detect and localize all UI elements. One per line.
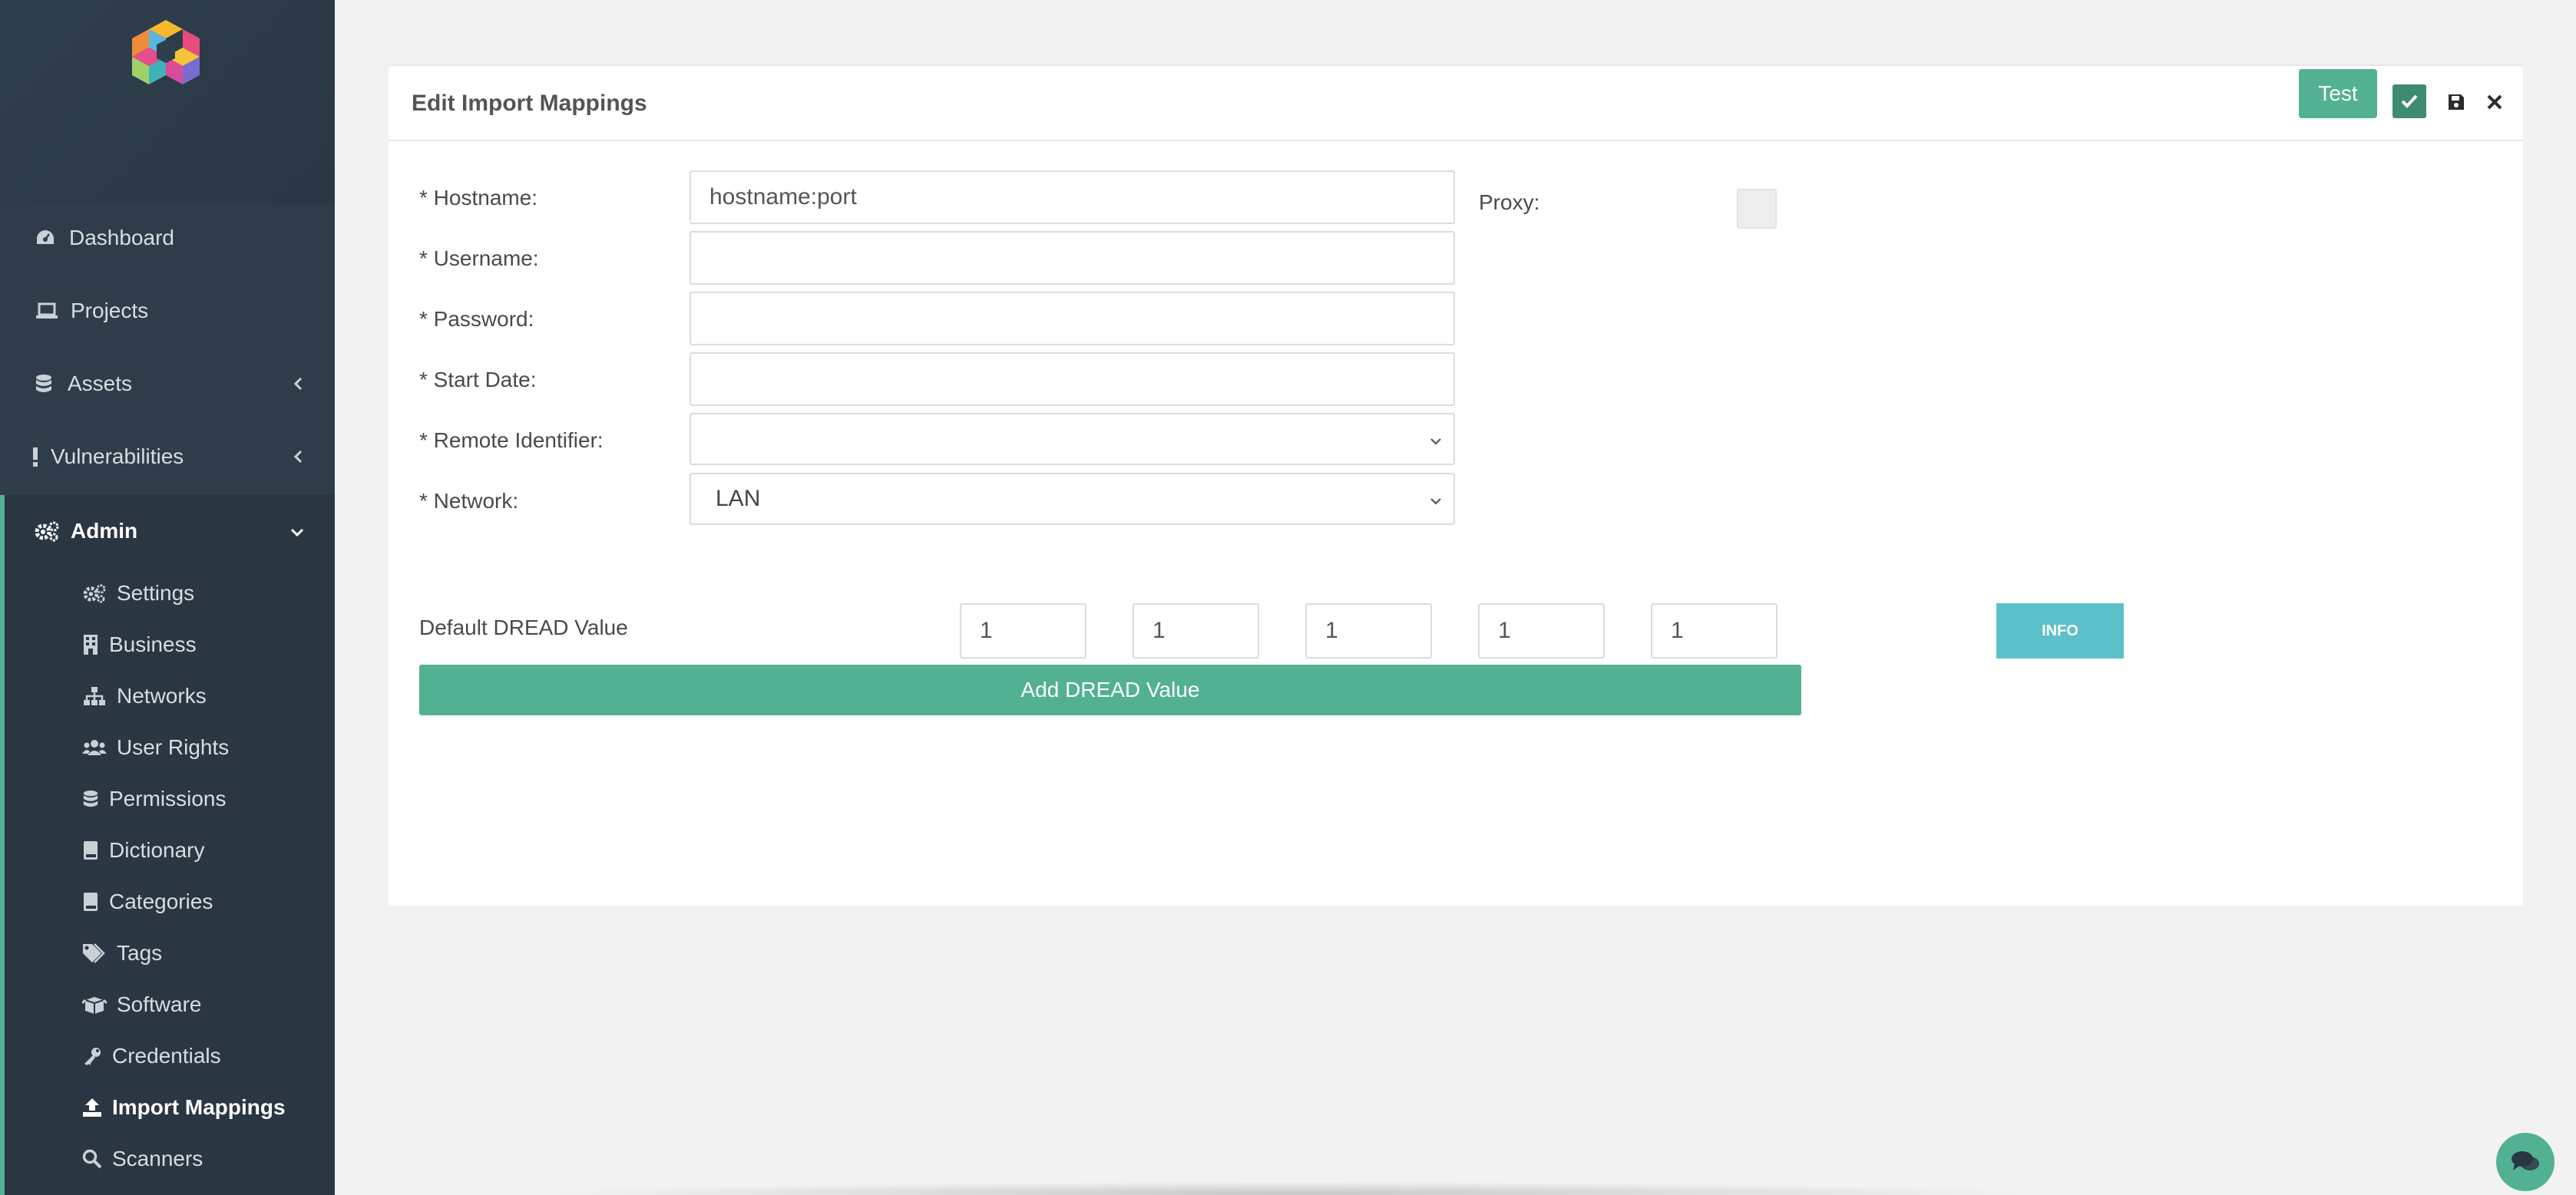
check-icon bbox=[2401, 94, 2418, 108]
sidebar-item-label: Credentials bbox=[112, 1044, 221, 1068]
chevron-down-icon bbox=[290, 519, 304, 543]
add-dread-value-button[interactable]: Add DREAD Value bbox=[419, 665, 1801, 715]
sidebar-item-user-rights[interactable]: User Rights bbox=[5, 732, 335, 763]
remote-identifier-select[interactable] bbox=[689, 413, 1455, 465]
key-icon bbox=[81, 1043, 103, 1069]
sidebar-item-label: Dashboard bbox=[69, 226, 174, 249]
password-label: * Password: bbox=[419, 307, 534, 331]
sidebar-item-dictionary[interactable]: Dictionary bbox=[5, 835, 335, 866]
footer-shadow bbox=[537, 1182, 2042, 1195]
sidebar-item-import-mappings[interactable]: Import Mappings bbox=[5, 1092, 335, 1123]
hostname-label: * Hostname: bbox=[419, 186, 538, 210]
sidebar-item-label: Tags bbox=[117, 941, 163, 965]
sidebar-item-label: Import Mappings bbox=[112, 1095, 286, 1119]
close-icon bbox=[2487, 94, 2502, 110]
username-label: * Username: bbox=[419, 246, 539, 270]
exclamation-icon bbox=[28, 444, 43, 470]
users-icon bbox=[81, 734, 107, 761]
network-label: * Network: bbox=[419, 489, 519, 513]
logo-area bbox=[0, 0, 335, 204]
dashboard-icon bbox=[32, 225, 58, 251]
username-input[interactable] bbox=[689, 231, 1455, 285]
dread-label: Default DREAD Value bbox=[419, 616, 628, 639]
sidebar-item-projects[interactable]: Projects bbox=[0, 295, 335, 326]
dread-affected-users-input[interactable] bbox=[1478, 603, 1605, 659]
password-input[interactable] bbox=[689, 292, 1455, 345]
info-button[interactable]: INFO bbox=[1996, 603, 2124, 659]
sidebar-item-networks[interactable]: Networks bbox=[5, 681, 335, 711]
edit-import-mappings-panel: Edit Import Mappings Test * Hostname: * … bbox=[389, 64, 2523, 906]
proxy-checkbox[interactable] bbox=[1737, 189, 1777, 229]
page-title: Edit Import Mappings bbox=[412, 91, 647, 116]
cogs-icon bbox=[34, 518, 60, 544]
sidebar-item-label: Business bbox=[109, 632, 197, 656]
sidebar-item-dashboard[interactable]: Dashboard bbox=[0, 223, 335, 253]
chevron-down-icon bbox=[1429, 486, 1443, 512]
dread-exploitability-input[interactable] bbox=[1305, 603, 1432, 659]
close-button[interactable] bbox=[2482, 89, 2508, 115]
book-icon bbox=[81, 889, 100, 915]
dread-reproducibility-input[interactable] bbox=[1133, 603, 1259, 659]
database-icon bbox=[31, 371, 57, 397]
tags-icon bbox=[81, 940, 107, 966]
sidebar-item-categories[interactable]: Categories bbox=[5, 886, 335, 917]
chevron-left-icon bbox=[293, 444, 304, 469]
dread-damage-input[interactable] bbox=[960, 603, 1086, 659]
sidebar-item-credentials[interactable]: Credentials bbox=[5, 1041, 335, 1071]
app-logo[interactable] bbox=[127, 18, 204, 91]
remote-identifier-label: * Remote Identifier: bbox=[419, 428, 603, 452]
sidebar-item-business[interactable]: Business bbox=[5, 629, 335, 660]
sidebar: Dashboard Projects Assets Vulnerabilitie… bbox=[0, 0, 335, 1195]
sidebar-item-vulnerabilities[interactable]: Vulnerabilities bbox=[0, 441, 335, 472]
sidebar-item-settings[interactable]: Settings bbox=[5, 578, 335, 609]
save-icon bbox=[2449, 94, 2464, 110]
chat-button[interactable] bbox=[2496, 1133, 2555, 1191]
sidebar-item-label: Dictionary bbox=[109, 838, 205, 862]
sidebar-item-label: Settings bbox=[117, 581, 195, 605]
network-select[interactable]: LAN bbox=[689, 473, 1455, 525]
sidebar-item-label: Categories bbox=[109, 890, 213, 913]
network-value: LAN bbox=[716, 486, 761, 511]
upload-icon bbox=[81, 1094, 103, 1121]
panel-header: Edit Import Mappings Test bbox=[389, 66, 2523, 141]
sidebar-item-label: User Rights bbox=[117, 735, 230, 759]
dread-discoverability-input[interactable] bbox=[1651, 603, 1777, 659]
sidebar-item-software[interactable]: Software bbox=[5, 989, 335, 1020]
book-icon bbox=[81, 837, 100, 863]
test-button[interactable]: Test bbox=[2299, 69, 2377, 118]
sidebar-item-label: Scanners bbox=[112, 1147, 203, 1170]
sidebar-item-label: Permissions bbox=[109, 787, 227, 810]
sidebar-item-tags[interactable]: Tags bbox=[5, 938, 335, 969]
start-date-input[interactable] bbox=[689, 352, 1455, 406]
cogs-icon bbox=[81, 580, 107, 606]
sidebar-item-label: Vulnerabilities bbox=[51, 444, 184, 468]
sitemap-icon bbox=[81, 683, 107, 709]
building-icon bbox=[81, 632, 100, 658]
chevron-left-icon bbox=[293, 371, 304, 396]
sidebar-item-admin[interactable]: Admin bbox=[0, 516, 335, 546]
save-button[interactable] bbox=[2443, 89, 2469, 115]
box-icon bbox=[81, 992, 107, 1018]
chat-icon bbox=[2512, 1151, 2539, 1170]
sidebar-item-label: Admin bbox=[71, 519, 138, 543]
sidebar-item-assets[interactable]: Assets bbox=[0, 368, 335, 399]
sidebar-item-label: Networks bbox=[117, 684, 207, 708]
hostname-input[interactable] bbox=[689, 170, 1455, 224]
sidebar-item-permissions[interactable]: Permissions bbox=[5, 784, 335, 814]
sidebar-item-scanners[interactable]: Scanners bbox=[5, 1144, 335, 1174]
proxy-label: Proxy: bbox=[1479, 190, 1540, 214]
sidebar-item-label: Projects bbox=[71, 299, 149, 322]
sidebar-item-label: Software bbox=[117, 992, 202, 1016]
start-date-label: * Start Date: bbox=[419, 368, 537, 391]
chevron-down-icon bbox=[1429, 426, 1443, 452]
confirm-button[interactable] bbox=[2392, 84, 2426, 118]
database-icon bbox=[81, 786, 100, 812]
admin-submenu: Admin Settings Business Networks User Ri… bbox=[0, 495, 335, 1195]
sidebar-item-label: Assets bbox=[68, 371, 133, 395]
laptop-icon bbox=[34, 298, 60, 324]
search-icon bbox=[81, 1146, 103, 1172]
